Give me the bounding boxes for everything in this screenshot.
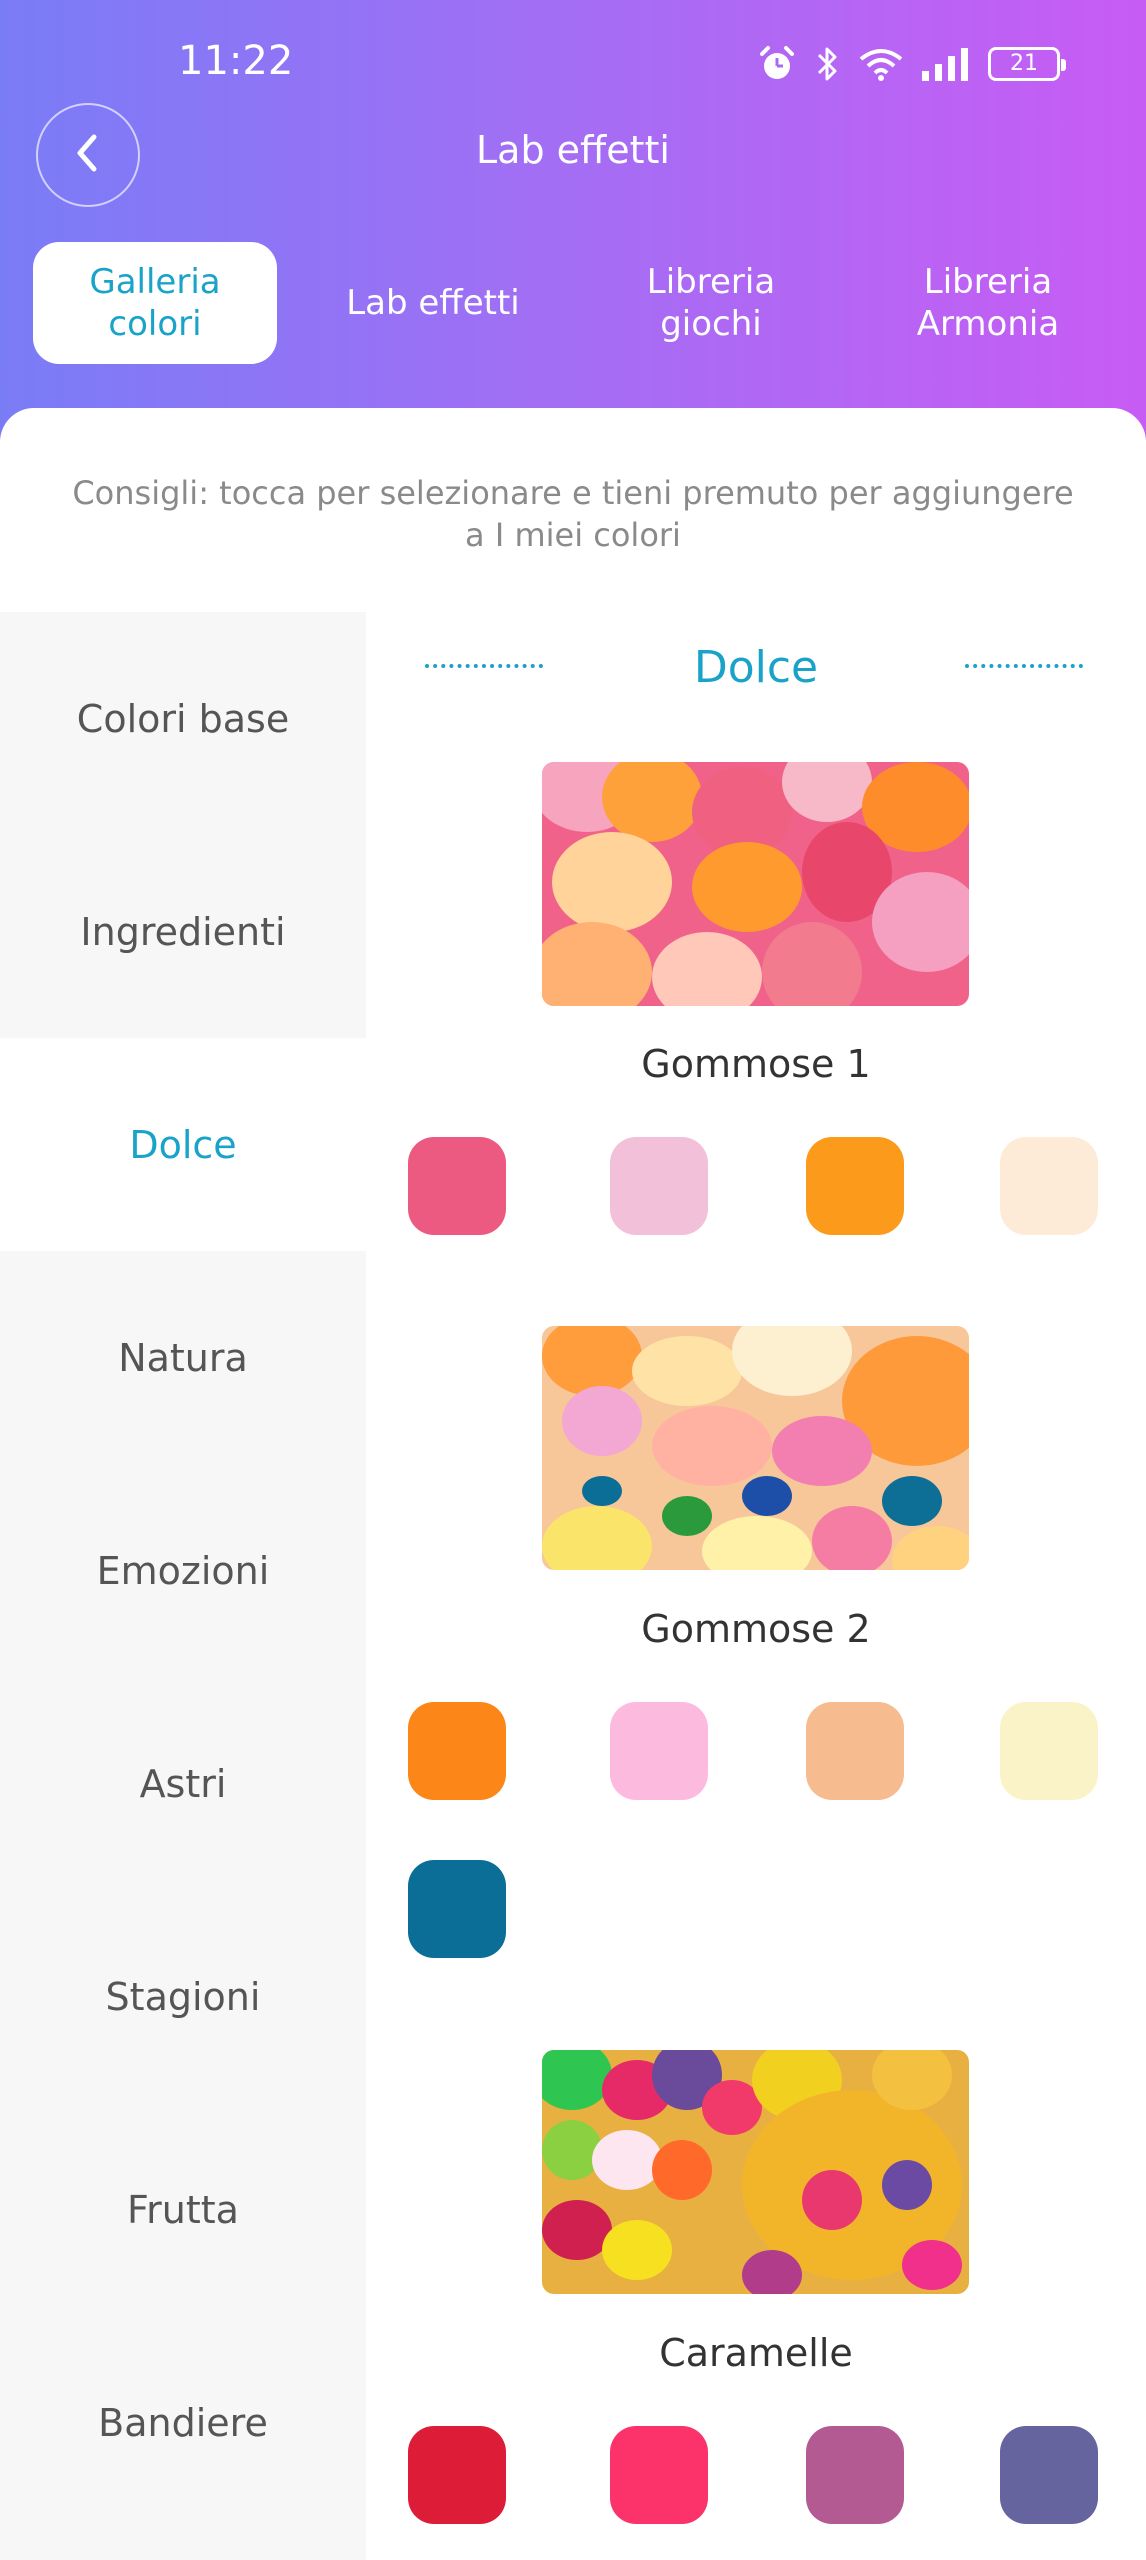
palette-image-gommose-1[interactable] bbox=[542, 762, 969, 1006]
sidebar-item-colori-base[interactable]: Colori base bbox=[0, 612, 366, 825]
section-divider-right bbox=[965, 664, 1083, 668]
color-swatch[interactable] bbox=[806, 2426, 904, 2524]
category-sidebar: Colori base Ingredienti Dolce Natura Emo… bbox=[0, 612, 366, 2560]
alarm-icon bbox=[758, 45, 796, 83]
color-swatch[interactable] bbox=[610, 1702, 708, 1800]
tab-libreria-armonia[interactable]: Libreria Armonia bbox=[866, 242, 1110, 364]
hint-text: Consigli: tocca per selezionare e tieni … bbox=[72, 474, 1074, 554]
sidebar-item-emozioni[interactable]: Emozioni bbox=[0, 1464, 366, 1677]
tab-bar: Galleria colori Lab effetti Libreria gio… bbox=[0, 242, 1146, 364]
tab-galleria-colori[interactable]: Galleria colori bbox=[33, 242, 277, 364]
bluetooth-icon bbox=[814, 44, 840, 84]
battery-icon: 21 bbox=[988, 47, 1066, 81]
tab-lab-effetti[interactable]: Lab effetti bbox=[311, 242, 555, 364]
color-swatch[interactable] bbox=[408, 1860, 506, 1958]
palette-image-gommose-2[interactable] bbox=[542, 1326, 969, 1570]
palette-name-gommose-1: Gommose 1 bbox=[641, 1042, 871, 1086]
tab-libreria-giochi[interactable]: Libreria giochi bbox=[589, 242, 833, 364]
sidebar-item-ingredienti[interactable]: Ingredienti bbox=[0, 825, 366, 1038]
sidebar-item-astri[interactable]: Astri bbox=[0, 1677, 366, 1890]
sidebar-item-frutta[interactable]: Frutta bbox=[0, 2103, 366, 2316]
color-swatch[interactable] bbox=[408, 1702, 506, 1800]
color-swatch[interactable] bbox=[1000, 1137, 1098, 1235]
signal-icon bbox=[922, 47, 970, 81]
status-icons: 21 bbox=[758, 44, 1066, 84]
color-swatch[interactable] bbox=[610, 1137, 708, 1235]
sidebar-item-stagioni[interactable]: Stagioni bbox=[0, 1890, 366, 2103]
color-swatch[interactable] bbox=[408, 1137, 506, 1235]
color-swatch[interactable] bbox=[610, 2426, 708, 2524]
sidebar-item-natura[interactable]: Natura bbox=[0, 1251, 366, 1464]
color-swatch[interactable] bbox=[1000, 1702, 1098, 1800]
sidebar-item-dolce[interactable]: Dolce bbox=[0, 1038, 366, 1251]
palette-image-caramelle[interactable] bbox=[542, 2050, 969, 2294]
wifi-icon bbox=[858, 46, 904, 82]
sidebar-item-bandiere[interactable]: Bandiere bbox=[0, 2316, 366, 2529]
color-swatch[interactable] bbox=[1000, 2426, 1098, 2524]
palette-name-caramelle: Caramelle bbox=[659, 2331, 853, 2375]
palette-name-gommose-2: Gommose 2 bbox=[641, 1607, 871, 1651]
status-time: 11:22 bbox=[178, 38, 294, 84]
color-swatch[interactable] bbox=[806, 1137, 904, 1235]
color-swatch[interactable] bbox=[806, 1702, 904, 1800]
color-swatch[interactable] bbox=[408, 2426, 506, 2524]
page-title: Lab effetti bbox=[476, 128, 670, 172]
status-bar: 11:22 21 bbox=[0, 0, 1146, 132]
